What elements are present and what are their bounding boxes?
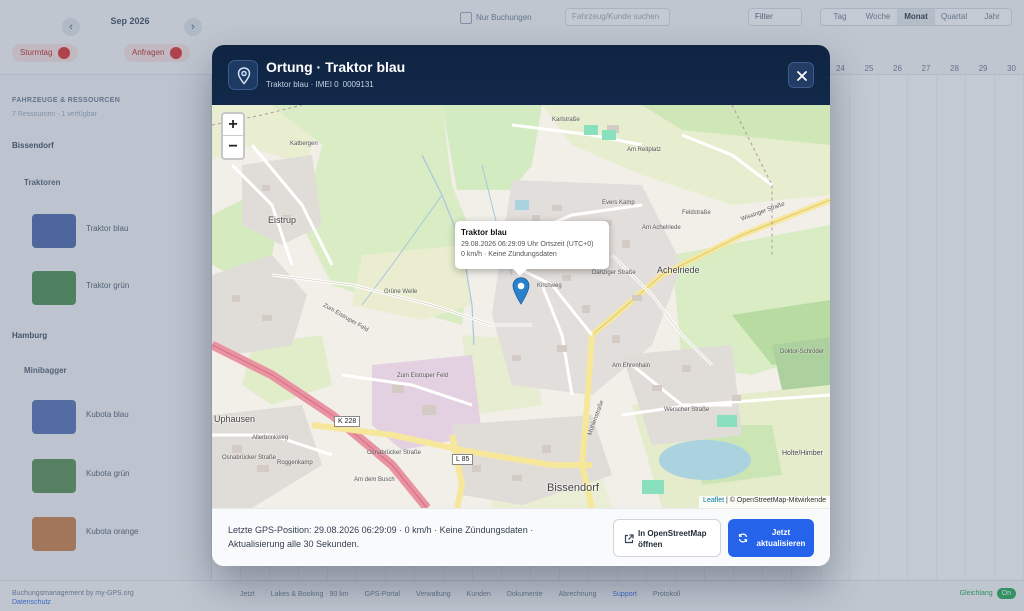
location-popup: Traktor blau 29.08.2026 06:29:09 Uhr Ort… bbox=[455, 221, 609, 276]
modal-header: Ortung · Traktor blau Traktor blau · IME… bbox=[212, 45, 830, 105]
last-position-info: Letzte GPS-Position: 29.08.2026 06:29:09… bbox=[228, 525, 534, 549]
street-label: Am Reitplatz bbox=[627, 147, 662, 153]
modal-title: Ortung · Traktor blau bbox=[266, 59, 406, 75]
street-label: Roggenkamp bbox=[277, 460, 313, 466]
osm-attribution-text: | © OpenStreetMap-Mitwirkende bbox=[726, 497, 826, 504]
zoom-in-button[interactable]: + bbox=[223, 114, 243, 136]
map-label-bissendorf: Bissendorf bbox=[547, 482, 599, 494]
refresh-icon bbox=[738, 533, 748, 543]
popup-title: Traktor blau bbox=[461, 228, 507, 237]
map-label-katbergen: Katbergen bbox=[290, 141, 318, 147]
street-label: Kirchweg bbox=[537, 283, 562, 289]
open-in-osm-button[interactable]: In OpenStreetMap öffnen bbox=[613, 519, 721, 557]
street-label: Doktor-Schröder bbox=[780, 349, 825, 355]
map-label-holte: Holte/Himber bbox=[782, 450, 823, 457]
map-pin-icon bbox=[228, 60, 258, 90]
street-label: Zum Eistruper Feld bbox=[397, 373, 449, 379]
street-label: Werscher Straße bbox=[664, 407, 710, 413]
street-label: Karlstraße bbox=[552, 117, 580, 123]
close-icon bbox=[797, 71, 807, 81]
street-label: Feldstraße bbox=[682, 210, 711, 216]
street-label: Evers Kamp bbox=[602, 200, 635, 206]
zoom-control: + − bbox=[221, 112, 245, 160]
street-label: Am dem Busch bbox=[354, 477, 395, 483]
map-label-uphausen: Uphausen bbox=[214, 414, 256, 424]
road-label-k228: K 228 bbox=[334, 416, 361, 427]
zoom-out-button[interactable]: − bbox=[223, 136, 243, 158]
road-label-l85: L 85 bbox=[452, 454, 474, 465]
map-label-achelriede: Achelriede bbox=[657, 265, 700, 275]
leaflet-link[interactable]: Leaflet bbox=[703, 497, 724, 504]
modal-subtitle: Traktor blau · IMEI 0 0009131 bbox=[266, 80, 374, 89]
popup-timestamp: 29.08.2026 06:29:09 Uhr Ortszeit (UTC+0) bbox=[461, 241, 594, 248]
street-label: Allerbrinkweg bbox=[252, 435, 289, 441]
map-attribution: Leaflet | © OpenStreetMap-Mitwirkende bbox=[699, 496, 830, 508]
street-label: Am Achelriede bbox=[642, 225, 681, 231]
street-label: Am Ehrenhain bbox=[612, 363, 651, 369]
open-in-osm-label: In OpenStreetMap öffnen bbox=[638, 529, 707, 549]
close-button[interactable] bbox=[788, 62, 814, 88]
vehicle-marker-icon[interactable] bbox=[512, 277, 530, 310]
location-modal: Ortung · Traktor blau Traktor blau · IME… bbox=[212, 45, 830, 566]
modal-footer: Letzte GPS-Position: 29.08.2026 06:29:09… bbox=[212, 508, 830, 566]
refresh-now-label: Jetzt aktualisieren bbox=[756, 528, 806, 548]
street-label: Grüne Welle bbox=[384, 289, 418, 295]
street-label: Osnabrücker Straße bbox=[367, 450, 422, 456]
street-label: Osnabrücker Straße bbox=[222, 455, 277, 461]
map-label-eistrup: Eistrup bbox=[268, 215, 297, 225]
map-view[interactable]: + − Eistrup Achelriede Bissendorf Uphaus… bbox=[212, 105, 830, 508]
street-label: Danziger Straße bbox=[592, 270, 636, 276]
external-link-icon bbox=[624, 534, 634, 544]
popup-status: 0 km/h · Keine Zündungsdaten bbox=[461, 251, 557, 258]
refresh-now-button[interactable]: Jetzt aktualisieren bbox=[728, 519, 814, 557]
